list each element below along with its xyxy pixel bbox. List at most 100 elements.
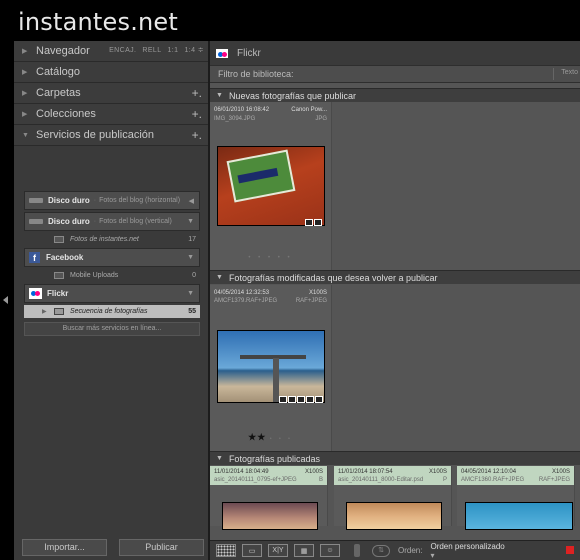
collections-header[interactable]: ▶ Colecciones +. <box>14 104 208 125</box>
zoom-1-1[interactable]: 1:1 <box>168 47 179 54</box>
sort-select[interactable]: Orden personalizado <box>430 542 510 560</box>
photo-thumbnail[interactable] <box>465 502 573 530</box>
people-view-button[interactable]: ☺ <box>320 544 340 557</box>
photo-filename: asic_20140111_8000-Editar.psd <box>338 477 424 483</box>
brand-logo: instantes.net <box>18 8 179 36</box>
filter-separator <box>553 68 554 80</box>
expand-triangle-icon: ▶ <box>22 90 28 97</box>
grid-view: Flickr Filtro de biblioteca: Texto ▼ Nue… <box>208 41 580 560</box>
service-arrow-icon[interactable]: ▼ <box>187 218 194 225</box>
photo-type: RAF+JPEG <box>295 298 327 304</box>
collection-label: Secuencia de fotografías <box>70 308 148 315</box>
photo-thumbnail[interactable] <box>346 502 442 530</box>
collapse-triangle-icon[interactable]: ▼ <box>216 274 223 281</box>
photo-thumbnail[interactable] <box>217 330 325 403</box>
photo-cell[interactable]: 06/01/2010 16:08:42 Canon Pow... IMG_309… <box>210 102 332 270</box>
survey-view-button[interactable]: ▦ <box>294 544 314 557</box>
service-arrow-icon[interactable]: ▼ <box>187 290 194 297</box>
photo-content <box>226 149 296 203</box>
photo-cell[interactable]: 04/05/2014 12:32:53 X100S AMCF1379.RAF+J… <box>210 285 332 451</box>
find-more-services-button[interactable]: Buscar más servicios en línea... <box>24 322 200 336</box>
collections-label: Colecciones <box>36 108 96 120</box>
collection-label: Fotos de instantes.net <box>70 236 139 243</box>
collection-item[interactable]: Mobile Uploads 0 <box>24 269 200 282</box>
expand-triangle-icon[interactable]: ▶ <box>42 308 47 315</box>
catalog-header[interactable]: ▶ Catálogo <box>14 62 208 83</box>
section-header-modified[interactable]: ▼ Fotografías modificadas que desea volv… <box>210 270 580 284</box>
photo-type: P <box>442 477 447 483</box>
service-flickr[interactable]: Flickr ▼ <box>24 284 200 303</box>
facebook-icon: f <box>29 252 40 263</box>
photo-camera: Canon Pow... <box>291 107 327 113</box>
photo-type: RAF+JPEG <box>538 477 570 483</box>
publish-services-header[interactable]: ▼ Servicios de publicación +. <box>14 125 208 146</box>
photo-filename: AMCF1379.RAF+JPEG <box>214 298 278 304</box>
catalog-label: Catálogo <box>36 66 81 78</box>
loupe-view-button[interactable]: ▭ <box>242 544 262 557</box>
filter-text-option[interactable]: Texto <box>561 69 578 76</box>
import-button[interactable]: Importar... <box>22 539 107 556</box>
rating-stars[interactable]: ★★ • • • <box>210 432 331 443</box>
hard-disk-icon <box>29 219 43 224</box>
add-service-icon[interactable]: +. <box>192 128 202 142</box>
photo-camera: X100S <box>304 469 323 475</box>
rating-dots[interactable]: • • • • • <box>210 255 331 261</box>
left-panel: ▶ Navegador ENCAJ. RELL 1:1 1:4 ≑ ▶ Catálog… <box>14 41 208 560</box>
library-filter-bar: Filtro de biblioteca: Texto <box>210 65 580 83</box>
navigator-header[interactable]: ▶ Navegador ENCAJ. RELL 1:1 1:4 ≑ <box>14 41 208 62</box>
service-hard-disk-horizontal[interactable]: Disco duro Fotos del blog (horizontal) ◀ <box>24 191 200 210</box>
compare-view-button[interactable]: X|Y <box>268 544 288 557</box>
badge-icon <box>279 396 287 403</box>
folders-header[interactable]: ▶ Carpetas +. <box>14 83 208 104</box>
collection-icon <box>54 236 64 243</box>
photo-thumbnail[interactable] <box>222 502 318 530</box>
service-subtitle: Fotos del blog (vertical) <box>94 218 172 225</box>
add-collection-icon[interactable]: +. <box>192 107 202 121</box>
color-label-red-icon[interactable] <box>566 546 574 554</box>
service-hard-disk-vertical[interactable]: Disco duro Fotos del blog (vertical) ▼ <box>24 212 200 231</box>
service-arrow-icon[interactable]: ◀ <box>189 197 194 205</box>
expand-triangle-icon: ▼ <box>22 131 29 139</box>
sort-direction-icon[interactable]: ⇅ <box>372 544 390 557</box>
bottom-toolbar: ▭ X|Y ▦ ☺ ⇅ Orden: Orden personalizado <box>210 540 580 560</box>
photo-badges <box>305 219 322 226</box>
collection-title: Flickr <box>237 47 261 59</box>
navigator-zoom-options[interactable]: ENCAJ. RELL 1:1 1:4 ≑ <box>103 46 204 54</box>
collection-icon <box>54 272 64 279</box>
photo-cell[interactable]: 11/01/2014 18:04:49 X100S asic_20140111_… <box>210 466 328 530</box>
collection-icon <box>54 308 64 315</box>
collapse-triangle-icon[interactable]: ▼ <box>216 92 223 99</box>
collapse-left-panel-icon[interactable] <box>3 296 8 304</box>
service-name: Disco duro <box>48 196 90 205</box>
collection-item[interactable]: Fotos de instantes.net 17 <box>24 233 200 246</box>
section-title: Nuevas fotografías que publicar <box>228 90 357 101</box>
collection-label: Mobile Uploads <box>70 272 119 279</box>
zoom-fill[interactable]: RELL <box>142 47 161 54</box>
add-folder-icon[interactable]: +. <box>192 86 202 100</box>
zoom-fit[interactable]: ENCAJ. <box>109 47 136 54</box>
publish-services-label: Servicios de publicación <box>36 129 155 141</box>
zoom-1-4[interactable]: 1:4 ≑ <box>184 47 204 54</box>
photo-cell[interactable]: 04/05/2014 12:10:04 X100S AMCF1360.RAF+J… <box>457 466 575 530</box>
service-arrow-icon[interactable]: ▼ <box>187 254 194 261</box>
service-name: Facebook <box>46 253 84 262</box>
rating-stars-filled: ★★ <box>248 432 267 442</box>
photo-date: 04/05/2014 12:10:04 <box>461 469 517 475</box>
expand-triangle-icon: ▶ <box>22 69 28 76</box>
section-header-new[interactable]: ▼ Nuevas fotografías que publicar <box>210 88 580 102</box>
painter-icon[interactable] <box>354 544 360 557</box>
photo-filename: asic_20140111_0795-ef+JPEG <box>214 477 297 483</box>
rating-dots: • • • <box>269 436 293 442</box>
publish-button[interactable]: Publicar <box>119 539 204 556</box>
library-filter-label: Filtro de biblioteca: <box>218 69 294 79</box>
flickr-icon <box>216 48 228 58</box>
left-panel-actions: Importar... Publicar <box>22 539 204 556</box>
sort-label: Orden: <box>398 546 423 555</box>
collection-count: 17 <box>188 236 196 243</box>
collection-item-selected[interactable]: ▶ Secuencia de fotografías 55 <box>24 305 200 318</box>
photo-cell[interactable]: 11/01/2014 18:07:54 X100S asic_20140111_… <box>334 466 452 530</box>
grid-view-button[interactable] <box>216 544 236 557</box>
photo-thumbnail[interactable] <box>217 146 325 226</box>
service-facebook[interactable]: f Facebook ▼ <box>24 248 200 267</box>
service-subtitle: Fotos del blog (horizontal) <box>94 197 180 204</box>
